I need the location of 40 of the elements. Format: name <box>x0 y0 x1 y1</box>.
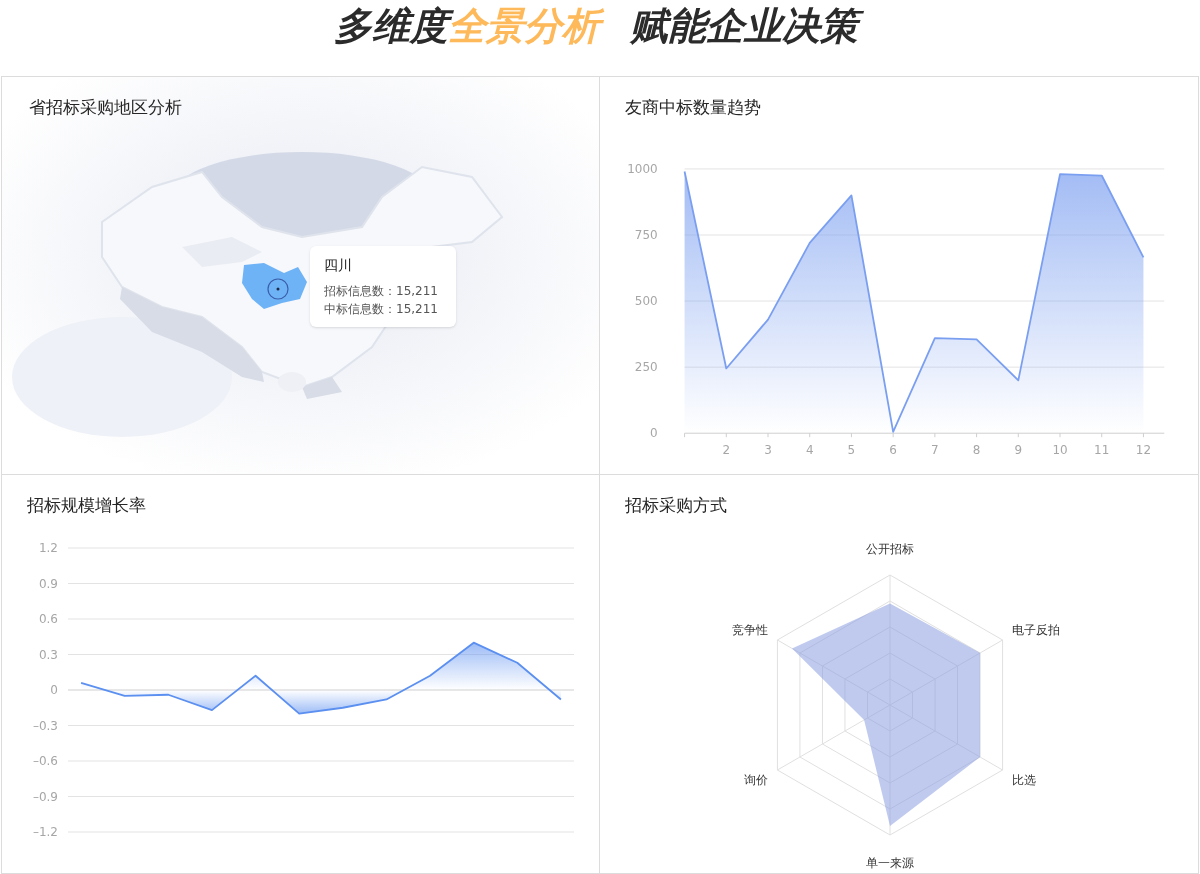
axis-label: 竞争性 <box>732 623 769 637</box>
axis-label: –0.6 <box>32 754 58 768</box>
axis-label: 750 <box>634 227 658 242</box>
panel-title: 招标规模增长率 <box>26 494 147 517</box>
axis-label: 12 <box>1135 443 1152 458</box>
axis-label: 0 <box>50 683 58 697</box>
axis-label: –0.9 <box>32 789 58 804</box>
axis-label: –0.3 <box>32 718 58 733</box>
axis-label: 比选 <box>1011 773 1036 787</box>
axis-label: 1000 <box>627 161 658 176</box>
tooltip-title: 四川 <box>324 256 353 275</box>
axis-label: 3 <box>764 443 772 458</box>
axis-label: 10 <box>1052 443 1068 458</box>
panel-title: 省招标采购地区分析 <box>28 96 183 119</box>
panel-title: 招标采购方式 <box>624 494 728 517</box>
panel-title: 友商中标数量趋势 <box>624 96 762 119</box>
axis-label: 9 <box>1014 443 1023 458</box>
axis-label: 5 <box>847 443 856 458</box>
axis-label: 0.9 <box>38 576 58 591</box>
axis-label: 公开招标 <box>866 542 914 556</box>
headline: 多维度全景分析 赋能企业决策 <box>330 0 870 52</box>
axis-label: 500 <box>634 293 658 308</box>
axis-label: 11 <box>1094 443 1110 458</box>
tooltip-line: 中标信息数：15,211 <box>324 301 439 318</box>
axis-label: 250 <box>634 360 658 374</box>
axis-label: 7 <box>931 443 939 458</box>
axis-label: 0.3 <box>38 647 58 662</box>
axis-label: 4 <box>805 443 814 458</box>
axis-label: 单一来源 <box>866 856 914 870</box>
tooltip-line: 招标信息数：15,211 <box>324 283 439 300</box>
axis-label: 询价 <box>744 773 769 787</box>
axis-label: 6 <box>889 443 897 458</box>
axis-label: 电子反拍 <box>1011 623 1060 637</box>
axis-label: 2 <box>722 443 731 458</box>
axis-label: 0.6 <box>38 612 58 626</box>
axis-label: –1.2 <box>32 825 58 839</box>
axis-label: 0 <box>650 426 658 441</box>
location-marker-icon <box>267 278 289 300</box>
axis-label: 8 <box>972 443 981 458</box>
axis-label: 1.2 <box>38 541 58 555</box>
